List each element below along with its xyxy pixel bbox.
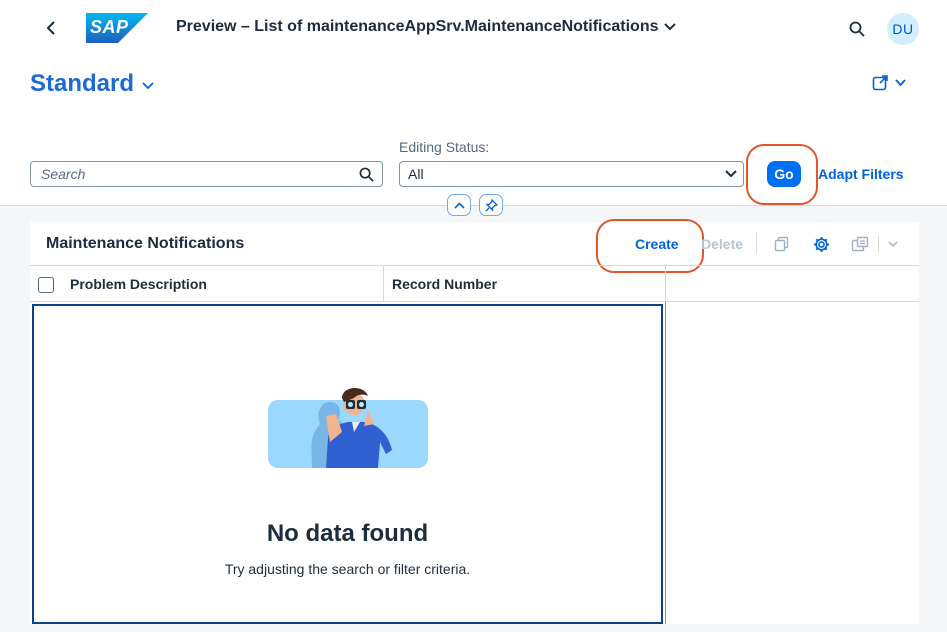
no-data-subtitle: Try adjusting the search or filter crite… [224,561,471,577]
sap-logo[interactable]: SAP [86,13,148,43]
shell-bar: SAP Preview – List of maintenanceAppSrv.… [0,0,947,56]
search-icon [849,21,865,37]
variant-selector[interactable]: Standard [30,70,154,98]
delete-button[interactable]: Delete [701,236,743,252]
column-header-record-number[interactable]: Record Number [392,276,497,292]
editing-status-value: All [408,166,424,182]
no-data-title: No data found [266,520,429,547]
toolbar-separator [878,236,879,252]
chevron-down-icon [725,170,737,178]
copy-icon [774,236,788,252]
shell-search-button[interactable] [844,16,870,42]
table-edge-line [665,302,666,624]
go-button[interactable]: Go [767,161,801,187]
share-icon [872,75,888,91]
editing-status-select[interactable]: All [399,161,744,187]
toolbar-separator [756,232,757,254]
adapt-filters-button[interactable]: Adapt Filters [818,166,904,182]
collapse-header-button[interactable] [447,194,471,216]
chevron-down-icon [895,78,906,86]
export-button[interactable] [850,234,870,254]
search-input-wrapper [30,161,383,187]
column-header-problem-description[interactable]: Problem Description [70,276,207,292]
export-menu-button[interactable] [885,234,901,254]
chevron-down-icon [888,240,898,247]
settings-icon [813,236,829,252]
collapse-up-icon [453,201,465,209]
copy-button[interactable] [771,234,791,254]
no-data-area: No data found Try adjusting the search o… [32,304,663,624]
select-all-checkbox[interactable] [38,277,54,293]
column-separator [383,266,384,302]
binoculars-person-illustration [268,387,428,468]
pin-icon [484,198,498,212]
back-button[interactable] [38,14,66,42]
variant-title: Standard [30,70,135,97]
create-button[interactable]: Create [635,236,679,252]
back-icon [46,21,55,35]
share-button[interactable] [872,74,906,91]
export-icon [851,236,869,252]
table-settings-button[interactable] [811,234,831,254]
search-input[interactable] [41,166,359,182]
page-header: Standard Editing Status: All Go Adapt Fi… [0,56,947,216]
avatar[interactable]: DU [887,13,919,45]
app-title: Preview – List of maintenanceAppSrv.Main… [176,18,659,35]
chevron-down-icon [142,82,154,90]
app-title-menu[interactable]: Preview – List of maintenanceAppSrv.Main… [176,18,677,36]
table-panel: Maintenance Notifications Create Delete … [30,219,919,624]
column-separator [665,266,666,302]
sap-logo-text: SAP [90,17,129,37]
search-icon[interactable] [359,167,374,182]
table-title: Maintenance Notifications [46,235,245,252]
table-header-row: Problem Description Record Number [30,265,919,302]
editing-status-label: Editing Status: [399,139,490,155]
chevron-down-icon [664,23,677,31]
pin-header-button[interactable] [479,194,503,216]
